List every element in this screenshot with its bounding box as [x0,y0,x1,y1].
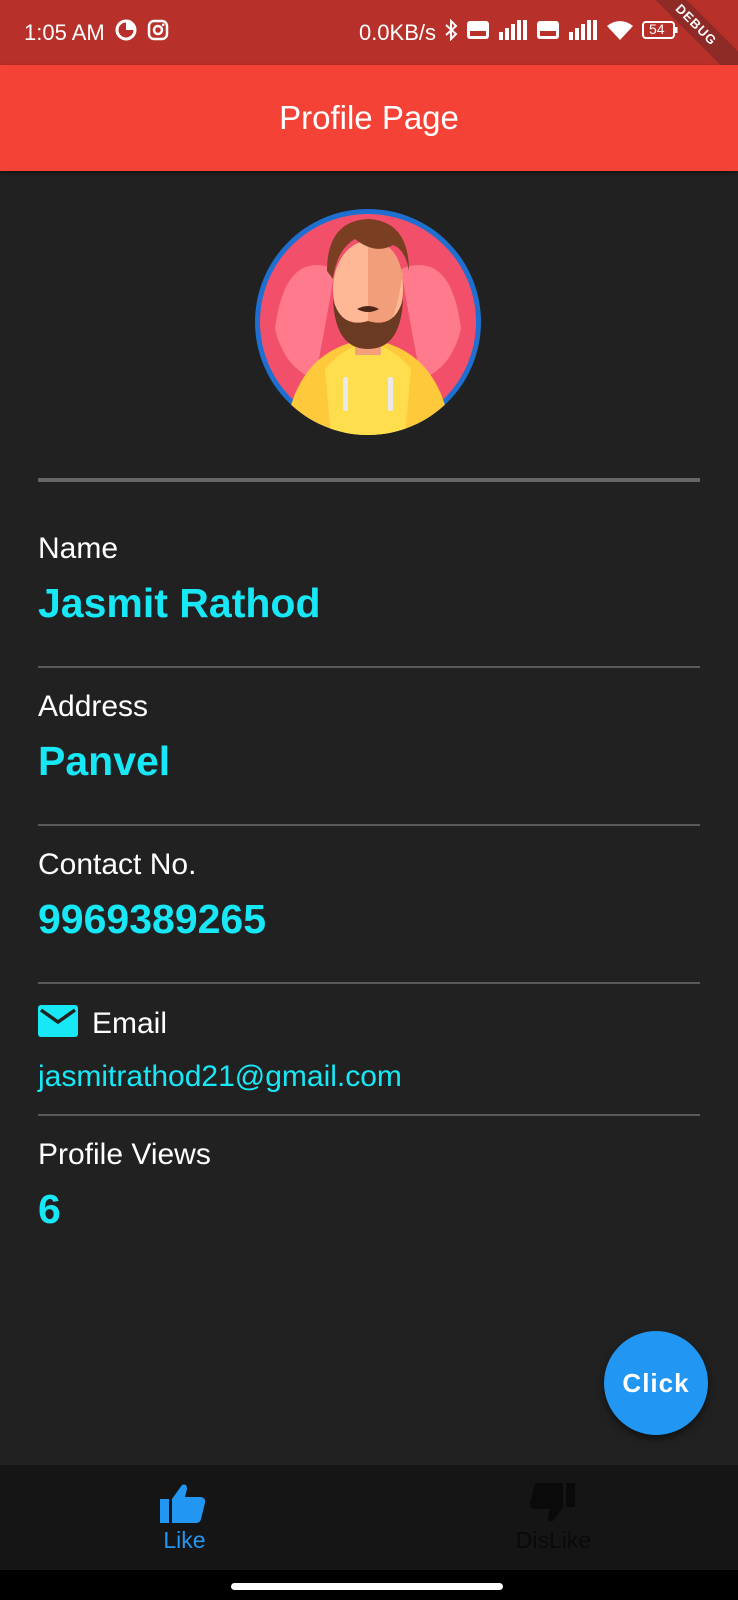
avatar [255,209,481,435]
thumb-up-icon [160,1483,206,1528]
profile-views-label: Profile Views [38,1138,211,1171]
bluetooth-icon [444,18,458,47]
divider [38,478,700,482]
email-icon [38,1005,78,1042]
nav-label-dislike: DisLike [515,1527,592,1553]
name-label: Name [38,532,119,565]
address-label: Address [38,690,149,723]
status-time: 1:05 AM [24,20,105,45]
thumb-down-icon [529,1483,575,1528]
nav-label-like: Like [163,1527,206,1553]
email-row: Email [38,1005,167,1042]
click-button[interactable]: Click [604,1331,708,1435]
battery-icon: 54 [642,20,678,46]
name-value: Jasmit Rathod [38,580,321,626]
email-value: jasmitrathod21@gmail.com [38,1060,402,1093]
instagram-icon [147,19,169,47]
contact-value: 9969389265 [38,896,267,942]
divider [38,1114,700,1116]
volte-icon [466,20,490,46]
divider [38,824,700,826]
divider [38,666,700,668]
email-label: Email [92,1006,168,1040]
status-bar: 1:05 AM 0.0KB/s 54 DEBUG [0,0,738,90]
network-speed: 0.0KB/s [358,20,436,45]
battery-level: 54 [649,21,665,37]
nav-item-like[interactable]: Like [0,1465,369,1570]
divider [38,982,700,984]
profile-views-value: 6 [38,1186,61,1232]
volte-icon [536,20,560,46]
home-indicator[interactable] [231,1583,503,1590]
signal-icon [568,20,598,46]
address-value: Panvel [38,738,171,784]
bottom-navigation: Like DisLike [0,1465,738,1570]
page-title: Profile Page [279,99,459,136]
signal-icon [498,20,528,46]
wifi-icon [606,20,634,46]
app-bar: Profile Page [0,65,738,171]
contact-label: Contact No. [38,848,197,881]
data-saver-icon [115,19,137,47]
nav-item-dislike[interactable]: DisLike [369,1465,738,1570]
